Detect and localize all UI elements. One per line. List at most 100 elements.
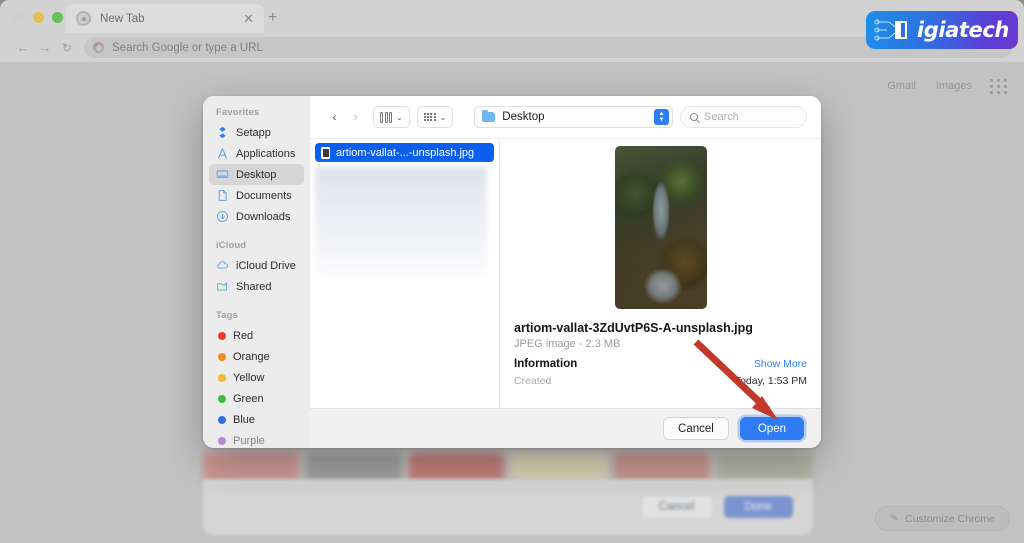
screen-root: New Tab ✕ + ← → ↻ Search Google or type …: [0, 0, 1024, 543]
chevron-down-icon: ⌄: [439, 112, 447, 122]
search-icon: [690, 113, 698, 121]
close-window-button[interactable]: [14, 12, 25, 23]
address-bar-placeholder: Search Google or type a URL: [112, 41, 263, 54]
dialog-sidebar: Favorites Setapp Applications Desktop Do…: [203, 96, 310, 448]
group-view-icon: [423, 112, 436, 122]
dialog-footer: Cancel Open: [310, 408, 821, 448]
sidebar-item-applications[interactable]: Applications: [209, 143, 304, 164]
path-label: Desktop: [502, 111, 545, 123]
folder-icon: [482, 109, 496, 122]
open-button[interactable]: Open: [739, 417, 804, 440]
search-placeholder: Search: [704, 111, 739, 123]
chrome-icon: [76, 11, 91, 26]
maximize-window-button[interactable]: [52, 12, 63, 23]
sidebar-item-documents[interactable]: Documents: [209, 185, 304, 206]
dialog-back-button[interactable]: ‹: [324, 107, 345, 128]
background-done-button[interactable]: Done: [723, 496, 793, 518]
preview-image: [614, 146, 707, 309]
sidebar-tag-purple[interactable]: Purple: [209, 430, 304, 448]
file-name: artiom-vallat-...-unsplash.jpg: [336, 146, 475, 159]
sidebar-item-label: Yellow: [233, 371, 265, 384]
cancel-button[interactable]: Cancel: [663, 417, 729, 440]
show-more-link[interactable]: Show More: [754, 358, 807, 370]
sidebar-tag-orange[interactable]: Orange: [209, 346, 304, 367]
sidebar-item-desktop[interactable]: Desktop: [209, 164, 304, 185]
sidebar-item-label: Red: [233, 329, 254, 342]
minimize-window-button[interactable]: [33, 12, 44, 23]
sidebar-item-icloud-drive[interactable]: iCloud Drive: [209, 255, 304, 276]
browser-tab[interactable]: New Tab ✕: [66, 4, 264, 33]
file-list-item[interactable]: artiom-vallat-...-unsplash.jpg: [315, 143, 494, 162]
image-file-icon: [321, 146, 330, 159]
tab-title: New Tab: [100, 12, 145, 25]
file-list-column[interactable]: artiom-vallat-...-unsplash.jpg: [310, 139, 500, 408]
group-by-button[interactable]: ⌄: [416, 106, 454, 128]
preview-filename: artiom-vallat-3ZdUvtP6S-A-unsplash.jpg: [514, 321, 753, 335]
tag-dot-icon: [218, 352, 226, 361]
information-header-row: Information Show More: [514, 358, 807, 370]
sidebar-item-label: Downloads: [236, 210, 291, 223]
preview-kind: JPEG image - 2.3 MB: [514, 338, 621, 350]
column-background-fade: [315, 166, 487, 284]
sidebar-section-favorites-header: Favorites: [216, 107, 260, 118]
dialog-search-input[interactable]: Search: [680, 106, 807, 128]
chevron-down-icon: ⌄: [396, 112, 403, 122]
google-g-icon: [93, 42, 104, 53]
file-picker-dialog: Favorites Setapp Applications Desktop Do…: [203, 96, 821, 448]
close-icon[interactable]: ✕: [243, 12, 254, 25]
dialog-nav-arrows: ‹ ›: [324, 107, 366, 128]
sidebar-item-label: Orange: [233, 350, 270, 363]
documents-icon: [218, 190, 227, 201]
back-icon[interactable]: ←: [12, 41, 34, 54]
desktop-icon: [216, 170, 229, 178]
setapp-icon: [219, 126, 226, 139]
circuit-icon: [874, 19, 907, 41]
sidebar-tag-blue[interactable]: Blue: [209, 409, 304, 430]
column-view-icon: [380, 111, 392, 123]
window-traffic-lights: [14, 12, 63, 23]
info-value-created: Today, 1:53 PM: [734, 375, 807, 387]
tag-dot-icon: [218, 394, 226, 403]
digiatech-logo: igiatech: [866, 11, 1018, 49]
sidebar-item-label: Documents: [236, 189, 292, 202]
dialog-forward-button[interactable]: ›: [345, 107, 366, 128]
sidebar-section-tags-header: Tags: [216, 310, 238, 321]
sidebar-item-label: Desktop: [236, 168, 277, 181]
path-dropdown[interactable]: Desktop ▲ ▼: [474, 106, 673, 128]
sidebar-item-downloads[interactable]: Downloads: [209, 206, 304, 227]
downloads-icon: [216, 210, 229, 223]
customize-chrome-label: Customize Chrome: [905, 512, 995, 525]
tag-dot-icon: [218, 436, 226, 445]
page-links: Gmail Images: [887, 80, 972, 92]
sidebar-item-label: Applications: [236, 147, 296, 160]
sidebar-item-shared[interactable]: Shared: [209, 276, 304, 297]
background-cancel-button[interactable]: Cancel: [640, 495, 713, 519]
sidebar-tag-yellow[interactable]: Yellow: [209, 367, 304, 388]
sidebar-item-label: Blue: [233, 413, 256, 426]
sidebar-section-icloud-header: iCloud: [216, 240, 247, 251]
sidebar-tag-green[interactable]: Green: [209, 388, 304, 409]
shared-folder-icon: [217, 282, 228, 291]
information-header: Information: [514, 358, 578, 370]
tag-dot-icon: [218, 415, 226, 424]
apps-grid-icon[interactable]: [990, 79, 1008, 94]
forward-icon[interactable]: →: [34, 41, 56, 54]
sidebar-item-setapp[interactable]: Setapp: [209, 122, 304, 143]
sidebar-item-label: iCloud Drive: [236, 259, 296, 272]
tag-dot-icon: [218, 331, 226, 340]
tag-dot-icon: [218, 373, 226, 382]
stepper-icon[interactable]: ▲ ▼: [654, 109, 669, 125]
information-row: Created Today, 1:53 PM: [514, 375, 807, 387]
images-link[interactable]: Images: [936, 80, 972, 92]
view-mode-button[interactable]: ⌄: [373, 106, 410, 128]
info-key-created: Created: [514, 375, 552, 387]
gmail-link[interactable]: Gmail: [887, 80, 916, 92]
reload-icon[interactable]: ↻: [56, 42, 78, 54]
pencil-icon: ✎: [888, 512, 900, 525]
sidebar-item-label: Setapp: [236, 126, 271, 139]
new-tab-button[interactable]: +: [268, 10, 277, 26]
sidebar-tag-red[interactable]: Red: [209, 325, 304, 346]
cloud-icon: [217, 261, 228, 269]
customize-chrome-button[interactable]: ✎ Customize Chrome: [874, 506, 1010, 531]
dialog-toolbar: ‹ › ⌄ ⌄ Desktop ▲ ▼ Search: [310, 96, 821, 138]
